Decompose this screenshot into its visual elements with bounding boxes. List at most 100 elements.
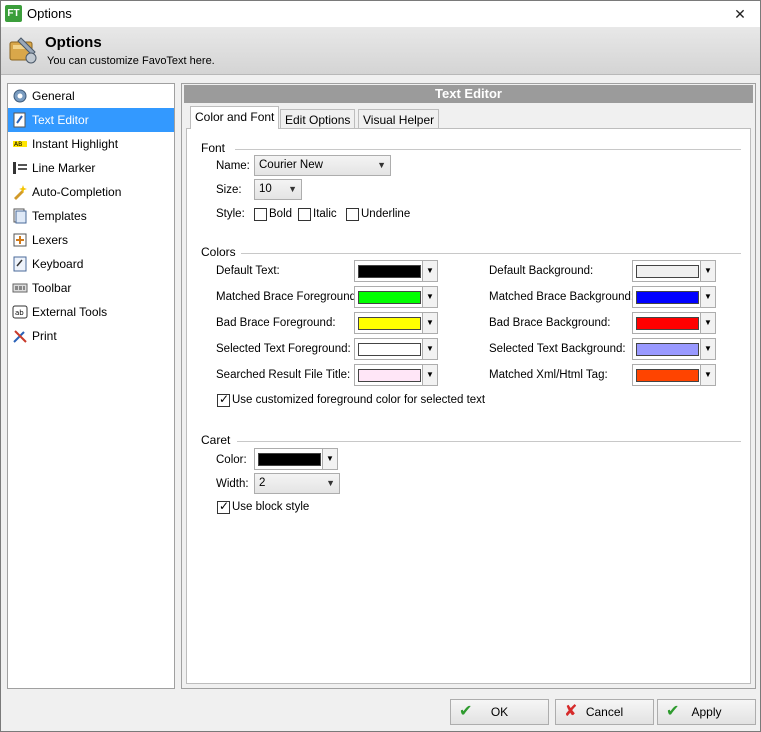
color-swatch [358,265,421,278]
sidebar-item-label: General [32,89,75,103]
sidebar-item-label: External Tools [32,305,108,319]
chevron-down-icon: ▼ [422,261,437,281]
sidebar-item-text-editor[interactable]: Text Editor [8,108,174,132]
sidebar-item-print[interactable]: Print [8,324,174,348]
sidebar-item-label: Instant Highlight [32,137,119,151]
templates-icon [13,208,27,224]
default-text-color-picker[interactable]: ▼ [354,260,438,282]
sidebar-item-line-marker[interactable]: Line Marker [8,156,174,180]
ok-button-label: OK [490,705,509,719]
colors-group-divider [241,253,741,254]
text-editor-icon [13,112,26,128]
ok-button[interactable]: ✔ OK [450,699,549,725]
bold-checkbox[interactable] [254,208,267,221]
font-size-combo[interactable]: 10 ▼ [254,179,302,200]
category-list: General Text Editor AB Instant Highlight… [7,83,175,689]
font-style-label: Style: [216,208,245,220]
font-name-label: Name: [216,160,250,172]
use-custom-fg-checkbox[interactable] [217,392,230,407]
color-swatch [636,317,699,330]
selected-text-fg-color-picker[interactable]: ▼ [354,338,438,360]
chevron-down-icon: ▼ [422,365,437,385]
tab-page-color-and-font: Font Name: Courier New ▼ Size: 10 ▼ Styl… [186,128,751,684]
sidebar-item-instant-highlight[interactable]: AB Instant Highlight [8,132,174,156]
tab-visual-helper[interactable]: Visual Helper [358,109,440,129]
close-icon[interactable]: ✕ [720,1,760,27]
caret-color-label: Color: [216,454,247,466]
check-icon: ✔ [666,703,680,720]
sidebar-item-general[interactable]: General [8,84,174,108]
caret-width-combo[interactable]: 2 ▼ [254,473,340,494]
chevron-down-icon: ▼ [700,313,715,333]
chevron-down-icon: ▼ [422,313,437,333]
options-tools-icon [9,37,37,64]
sidebar-item-label: Templates [32,209,87,223]
tab-edit-options[interactable]: Edit Options [280,109,356,129]
sidebar-item-keyboard[interactable]: Keyboard [8,252,174,276]
matched-brace-bg-color-picker[interactable]: ▼ [632,286,716,308]
searched-result-title-label: Searched Result File Title: [216,369,351,381]
sidebar-item-label: Toolbar [32,281,72,295]
title-bar: FT Options ✕ [1,1,760,27]
font-size-label: Size: [216,184,242,196]
matched-brace-fg-color-picker[interactable]: ▼ [354,286,438,308]
window-title: Options [27,6,72,21]
lexers-icon [13,233,27,247]
font-size-value: 10 [259,183,272,195]
font-name-combo[interactable]: Courier New ▼ [254,155,391,176]
options-window: FT Options ✕ Options You can customize F… [0,0,761,732]
chevron-down-icon: ▼ [326,478,335,488]
sidebar-item-label: Print [32,329,57,343]
chevron-down-icon: ▼ [322,449,337,469]
font-group-title: Font [201,141,226,155]
selected-text-bg-label: Selected Text Background: [489,343,626,355]
colors-group-title: Colors [201,245,236,259]
sidebar-item-external-tools[interactable]: ab External Tools [8,300,174,324]
chevron-down-icon: ▼ [700,287,715,307]
color-swatch [358,369,421,382]
caret-width-value: 2 [259,477,266,489]
default-background-label: Default Background: [489,265,594,277]
sidebar-item-auto-completion[interactable]: Auto-Completion [8,180,174,204]
color-swatch [258,453,321,466]
block-style-checkbox[interactable] [217,499,230,514]
selected-text-bg-color-picker[interactable]: ▼ [632,338,716,360]
searched-result-title-color-picker[interactable]: ▼ [354,364,438,386]
app-logo-icon: FT [5,5,22,22]
caret-width-label: Width: [216,478,249,490]
matched-xml-tag-color-picker[interactable]: ▼ [632,364,716,386]
apply-button[interactable]: ✔ Apply [657,699,756,725]
keyboard-icon [13,256,27,272]
bad-brace-bg-color-picker[interactable]: ▼ [632,312,716,334]
sidebar-item-lexers[interactable]: Lexers [8,228,174,252]
color-swatch [636,343,699,356]
bold-label: Bold [269,208,293,220]
color-swatch [636,265,699,278]
sidebar-item-label: Lexers [32,233,69,247]
matched-brace-fg-label: Matched Brace Foreground: [216,291,360,303]
caret-color-picker[interactable]: ▼ [254,448,338,470]
tab-color-and-font[interactable]: Color and Font [190,106,280,129]
chevron-down-icon: ▼ [422,339,437,359]
dialog-header: Options You can customize FavoText here. [1,27,760,75]
header-title: Options [45,34,102,51]
chevron-down-icon: ▼ [700,261,715,281]
chevron-down-icon: ▼ [422,287,437,307]
default-background-color-picker[interactable]: ▼ [632,260,716,282]
external-tools-icon: ab [12,305,28,319]
bad-brace-fg-color-picker[interactable]: ▼ [354,312,438,334]
sidebar-item-templates[interactable]: Templates [8,204,174,228]
italic-checkbox[interactable] [298,208,311,221]
cancel-button[interactable]: ✘ Cancel [555,699,654,725]
bad-brace-bg-label: Bad Brace Background: [489,317,611,329]
sidebar-item-toolbar[interactable]: Toolbar [8,276,174,300]
sidebar-item-label: Line Marker [32,161,96,175]
svg-text:AB: AB [14,141,22,148]
color-swatch [358,291,421,304]
underline-checkbox[interactable] [346,208,359,221]
sidebar-item-label: Text Editor [32,113,89,127]
chevron-down-icon: ▼ [288,184,297,194]
chevron-down-icon: ▼ [700,339,715,359]
chevron-down-icon: ▼ [700,365,715,385]
color-swatch [636,369,699,382]
